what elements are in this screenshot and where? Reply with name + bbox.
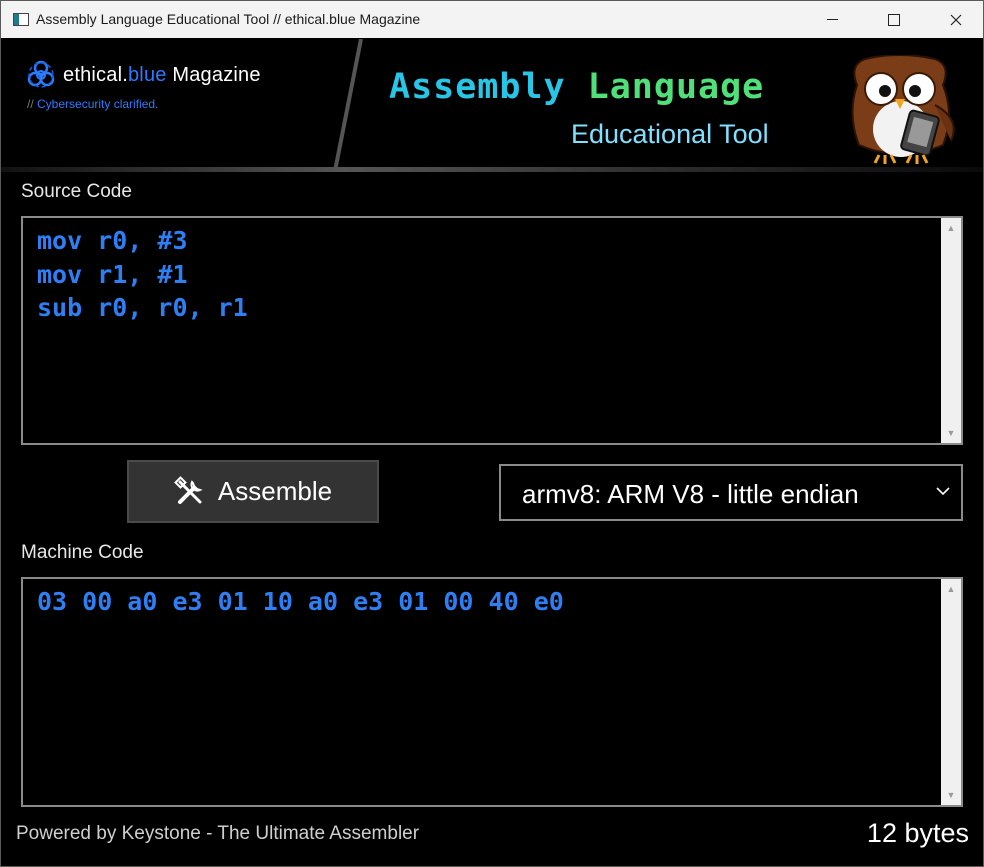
tools-icon [174,475,203,504]
maximize-button[interactable] [871,1,917,38]
close-icon [950,14,962,25]
banner-underline [1,167,983,172]
source-code-text[interactable]: mov r0, #3 mov r1, #1 sub r0, r0, r1 [37,224,248,325]
title-bar[interactable]: Assembly Language Educational Tool // et… [1,1,983,38]
source-code-editor[interactable]: mov r0, #3 mov r1, #1 sub r0, r0, r1 ▲ ▼ [21,216,963,445]
maximize-icon [888,13,900,26]
architecture-dropdown[interactable]: armv8: ARM V8 - little endian [499,464,963,521]
powered-by-text: Powered by Keystone - The Ultimate Assem… [16,823,420,844]
app-subtitle: Educational Tool [571,119,769,149]
source-code-label: Source Code [21,181,132,202]
machine-code-output[interactable]: 03 00 a0 e3 01 10 a0 e3 01 00 40 e0 ▲ ▼ [21,577,963,807]
app-icon [13,13,29,26]
app-title: Assembly Language [389,67,765,107]
assemble-button-label: Assemble [217,476,333,506]
source-scrollbar[interactable]: ▲ ▼ [941,218,961,443]
machine-scrollbar[interactable]: ▲ ▼ [941,579,961,805]
app-window: Assembly Language Educational Tool // et… [0,0,984,867]
biohazard-icon [27,60,55,88]
owl-mascot [851,55,955,164]
assemble-button[interactable]: Assemble [127,460,379,523]
machine-code-text[interactable]: 03 00 a0 e3 01 10 a0 e3 01 00 40 e0 [37,585,564,619]
brand-logo: ethical.blue Magazine [25,59,261,91]
banner-divider [333,39,363,171]
architecture-selected: armv8: ARM V8 - little endian [522,479,859,509]
header-banner: ethical.blue Magazine // Cybersecurity c… [1,39,983,174]
machine-code-label: Machine Code [21,542,144,563]
scroll-down-icon[interactable]: ▼ [941,786,961,804]
brand-tagline: // Cybersecurity clarified. [27,97,159,111]
minimize-icon [826,19,838,20]
close-button[interactable] [933,1,979,38]
window-title: Assembly Language Educational Tool // et… [36,11,421,27]
minimize-button[interactable] [809,1,855,38]
byte-count: 12 bytes [866,818,969,848]
brand-name: ethical.blue Magazine [63,63,261,86]
scroll-up-icon[interactable]: ▲ [941,219,961,237]
scroll-up-icon[interactable]: ▲ [941,580,961,598]
chevron-down-icon [936,487,950,496]
scroll-down-icon[interactable]: ▼ [941,424,961,442]
